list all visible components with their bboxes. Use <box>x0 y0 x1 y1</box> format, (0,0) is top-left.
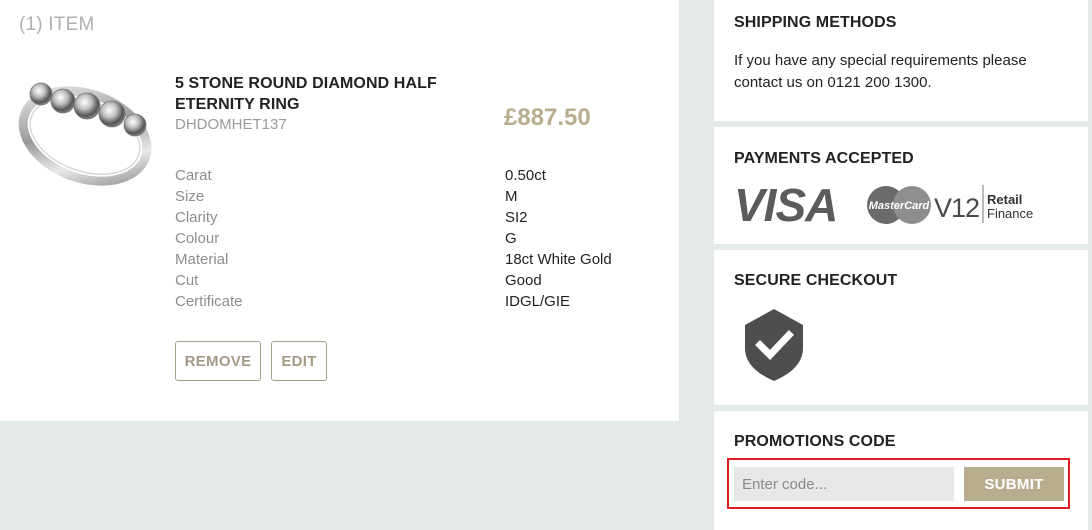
remove-button[interactable]: REMOVE <box>175 341 261 381</box>
spec-label: Cut <box>175 272 199 289</box>
visa-logo-text: VISA <box>734 181 837 227</box>
shipping-methods-panel: SHIPPING METHODS If you have any special… <box>714 0 1088 121</box>
v12-logo: V12 Retail Finance <box>934 185 1033 223</box>
v12-finance-text: Finance <box>987 206 1033 221</box>
cart-item-count: (1) ITEM <box>19 14 95 35</box>
spec-value: M <box>505 188 518 205</box>
ring-product-image[interactable] <box>16 70 154 200</box>
spec-value: Good <box>505 272 542 289</box>
spec-label: Carat <box>175 167 212 184</box>
mastercard-logo: MasterCard <box>867 186 931 224</box>
spec-row-clarity: Clarity SI2 <box>175 207 612 228</box>
spec-label: Clarity <box>175 209 218 226</box>
shield-check-icon <box>745 309 803 381</box>
spec-label: Colour <box>175 230 220 247</box>
secure-checkout-title: SECURE CHECKOUT <box>734 272 898 289</box>
secure-checkout-panel: SECURE CHECKOUT <box>714 250 1088 405</box>
promo-code-input[interactable] <box>734 467 954 501</box>
spec-label: Size <box>175 188 205 205</box>
spec-row-colour: Colour G <box>175 228 612 249</box>
spec-label: Material <box>175 251 229 268</box>
promotions-title: PROMOTIONS CODE <box>734 433 896 450</box>
spec-value: 0.50ct <box>505 167 546 184</box>
visa-logo: VISA <box>734 181 838 227</box>
product-price: £887.50 <box>504 104 591 131</box>
cart-panel: (1) ITEM 5 STONE ROUND DIAMOND HALF ETER… <box>0 0 679 421</box>
v12-retail-text: Retail <box>987 192 1022 207</box>
spec-value: 18ct White Gold <box>505 251 612 268</box>
spec-row-cut: Cut Good <box>175 270 612 291</box>
spec-value: IDGL/GIE <box>505 293 571 310</box>
spec-row-size: Size M <box>175 186 612 207</box>
payments-title: PAYMENTS ACCEPTED <box>734 150 914 167</box>
payment-logos: VISA MasterCard V12 Retail Finance <box>734 181 1033 227</box>
promo-submit-button[interactable]: SUBMIT <box>964 467 1064 501</box>
shipping-text: If you have any special requirements ple… <box>734 52 1027 91</box>
mastercard-logo-text: MasterCard <box>869 200 930 212</box>
edit-button[interactable]: EDIT <box>271 341 327 381</box>
v12-logo-text: V12 <box>934 193 979 223</box>
product-sku: DHDOMHET137 <box>175 116 287 133</box>
product-specs: Carat 0.50ct Size M Clarity SI2 Colour G… <box>175 165 612 312</box>
spec-value: G <box>505 230 517 247</box>
payments-panel: PAYMENTS ACCEPTED VISA MasterCard V12 Re… <box>714 127 1088 244</box>
spec-row-carat: Carat 0.50ct <box>175 165 612 186</box>
spec-label: Certificate <box>175 293 243 310</box>
spec-row-material: Material 18ct White Gold <box>175 249 612 270</box>
spec-value: SI2 <box>505 209 528 226</box>
spec-row-certificate: Certificate IDGL/GIE <box>175 291 612 312</box>
product-title[interactable]: 5 STONE ROUND DIAMOND HALF ETERNITY RING <box>175 73 475 115</box>
shipping-title: SHIPPING METHODS <box>734 14 897 31</box>
